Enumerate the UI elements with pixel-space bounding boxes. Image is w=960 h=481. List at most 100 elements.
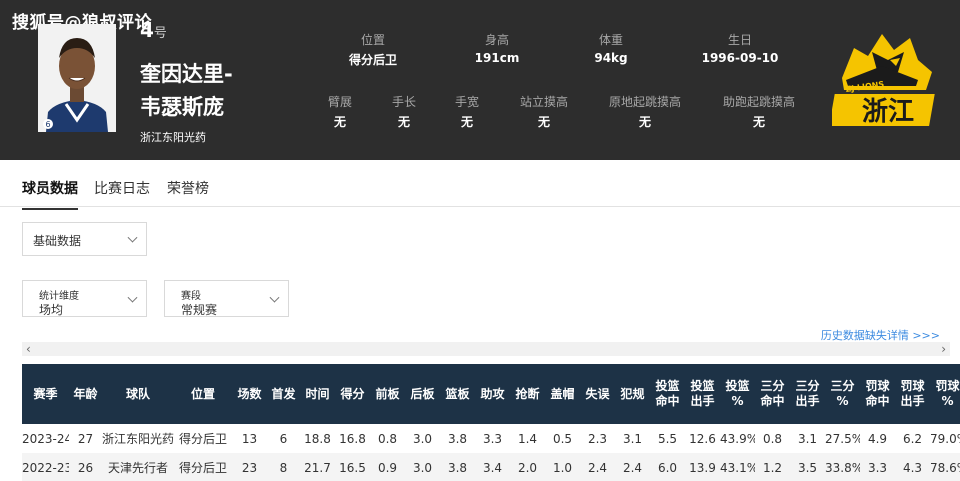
tab-game-log[interactable]: 比赛日志 (94, 178, 150, 198)
horizontal-scrollbar[interactable]: ‹ › (22, 342, 950, 356)
table-cell: 26 (69, 453, 102, 481)
table-cell: 78.6% (930, 453, 960, 481)
table-cell: 3.0 (405, 453, 440, 481)
table-cell: 43.1% (720, 453, 755, 481)
table-cell: 1.0 (545, 453, 580, 481)
info-label: 站立摸高 (519, 95, 568, 109)
jersey-number-value: 4 (140, 18, 154, 42)
table-cell: 0.5 (552, 431, 573, 446)
column-header[interactable]: 篮板 (440, 364, 475, 424)
table-cell: 4.9 (867, 431, 888, 446)
column-header[interactable]: 盖帽 (545, 364, 580, 424)
phase-label: 赛段 (181, 291, 201, 302)
column-header[interactable]: 投篮 命中 (650, 364, 685, 424)
info-value: 191cm (474, 51, 520, 65)
info-value: 得分后卫 (348, 53, 397, 67)
column-header[interactable]: 年龄 (69, 364, 102, 424)
table-cell: 3.0 (412, 431, 433, 446)
player-name-line2: 韦瑟斯庞 (140, 95, 224, 119)
table-cell: 43.9% (720, 431, 755, 446)
scroll-left-icon[interactable]: ‹ (26, 342, 31, 356)
table-cell: 1.4 (517, 431, 538, 446)
info-label: 原地起跳摸高 (608, 95, 681, 109)
table-cell: 6.2 (902, 431, 923, 446)
player-photo: 6 (38, 24, 116, 132)
dimension-select[interactable]: 统计维度 场均 (22, 280, 147, 317)
info-standing-reach: 站立摸高 无 (489, 93, 599, 130)
column-header[interactable]: 前板 (370, 364, 405, 424)
info-value: 1996-09-10 (701, 51, 779, 65)
column-header[interactable]: 罚球% (930, 364, 960, 424)
column-header[interactable]: 位置 (174, 364, 232, 424)
table-cell: 2023-24 (22, 431, 69, 446)
table-cell: 5.5 (657, 431, 678, 446)
table-cell: 得分后卫 (178, 432, 227, 446)
tab-honors[interactable]: 荣誉榜 (167, 178, 209, 198)
info-label: 位置 (360, 33, 385, 47)
table-row: 2022-23 26 天津先行者 得分后卫 23 8 21.7 16.5 0.9 3.0 3.8 3.… (22, 453, 960, 481)
column-header[interactable]: 投篮% (720, 364, 755, 424)
jersey-number: 4号 (140, 18, 167, 42)
column-header[interactable]: 投篮 出手 (685, 364, 720, 424)
table-cell: 27.5% (825, 431, 860, 446)
table-cell: 2022-23 (22, 453, 69, 481)
table-cell: 0.8 (762, 431, 783, 446)
column-header[interactable]: 抢断 (510, 364, 545, 424)
info-value: 无 (752, 115, 765, 129)
table-cell: 13.9 (685, 453, 720, 481)
column-header[interactable]: 后板 (405, 364, 440, 424)
team-logo: ZJ LIONS 浙江 (829, 30, 938, 130)
info-value: 94kg (594, 51, 628, 65)
table-row: 2023-24 27 浙江东阳光药 得分后卫 13 6 18.8 16.8 0.8 3.0 3.8 3… (22, 424, 960, 453)
column-header[interactable]: 得分 (335, 364, 370, 424)
info-weight: 体重 94kg (556, 31, 666, 65)
column-header[interactable]: 场数 (232, 364, 267, 424)
table-cell: 33.8% (825, 453, 860, 481)
table-cell: 16.8 (339, 431, 366, 446)
table-cell: 13 (241, 431, 258, 446)
column-header[interactable]: 三分 出手 (790, 364, 825, 424)
info-value: 无 (537, 115, 550, 129)
table-cell: 3.3 (860, 453, 895, 481)
column-header[interactable]: 助攻 (475, 364, 510, 424)
tab-player-stats[interactable]: 球员数据 (22, 178, 78, 210)
info-standing-vertical: 原地起跳摸高 无 (590, 93, 700, 130)
phase-select[interactable]: 赛段 常规赛 (164, 280, 289, 317)
phase-value: 常规赛 (181, 303, 218, 317)
column-header[interactable]: 赛季 (22, 364, 69, 424)
table-cell: 3.8 (440, 453, 475, 481)
column-header[interactable]: 罚球 命中 (860, 364, 895, 424)
table-cell: 3.4 (475, 453, 510, 481)
table-cell: 6.0 (650, 453, 685, 481)
history-data-link[interactable]: 历史数据缺失详情 >>> (821, 327, 940, 343)
table-cell: 0.8 (377, 431, 398, 446)
table-cell: 12.6 (689, 431, 716, 446)
table-cell: 3.8 (447, 431, 468, 446)
column-header[interactable]: 犯规 (615, 364, 650, 424)
table-cell: 天津先行者 (102, 453, 174, 481)
column-header[interactable]: 三分 命中 (755, 364, 790, 424)
table-cell: 3.5 (790, 453, 825, 481)
column-header[interactable]: 失误 (580, 364, 615, 424)
column-header[interactable]: 罚球 出手 (895, 364, 930, 424)
stats-table: 赛季 年龄 球队 位置 场数 首发 时间 得分 前板 后板 篮板 助攻 抢断 盖帽 失误 犯规 投篮 命中 投篮 出手… (22, 364, 960, 481)
player-team: 浙江东阳光药 (140, 131, 206, 144)
column-header[interactable]: 首发 (267, 364, 300, 424)
stat-type-value: 基础数据 (33, 234, 82, 248)
photo-jersey-number: 6 (45, 120, 50, 129)
table-cell: 21.7 (300, 453, 335, 481)
column-header[interactable]: 三分% (825, 364, 860, 424)
column-header[interactable]: 球队 (102, 364, 174, 424)
scroll-right-icon[interactable]: › (941, 342, 946, 356)
info-height: 身高 191cm (442, 31, 552, 65)
table-cell: 浙江东阳光药 (102, 432, 174, 446)
info-birthday: 生日 1996-09-10 (685, 31, 795, 65)
table-cell: 23 (232, 453, 267, 481)
stat-type-select[interactable]: 基础数据 (22, 222, 147, 256)
column-header[interactable]: 时间 (300, 364, 335, 424)
table-cell: 2.0 (510, 453, 545, 481)
table-cell: 得分后卫 (174, 453, 232, 481)
table-cell: 2.4 (615, 453, 650, 481)
table-cell: 18.8 (304, 431, 331, 446)
info-label: 助跑起跳摸高 (722, 95, 795, 109)
